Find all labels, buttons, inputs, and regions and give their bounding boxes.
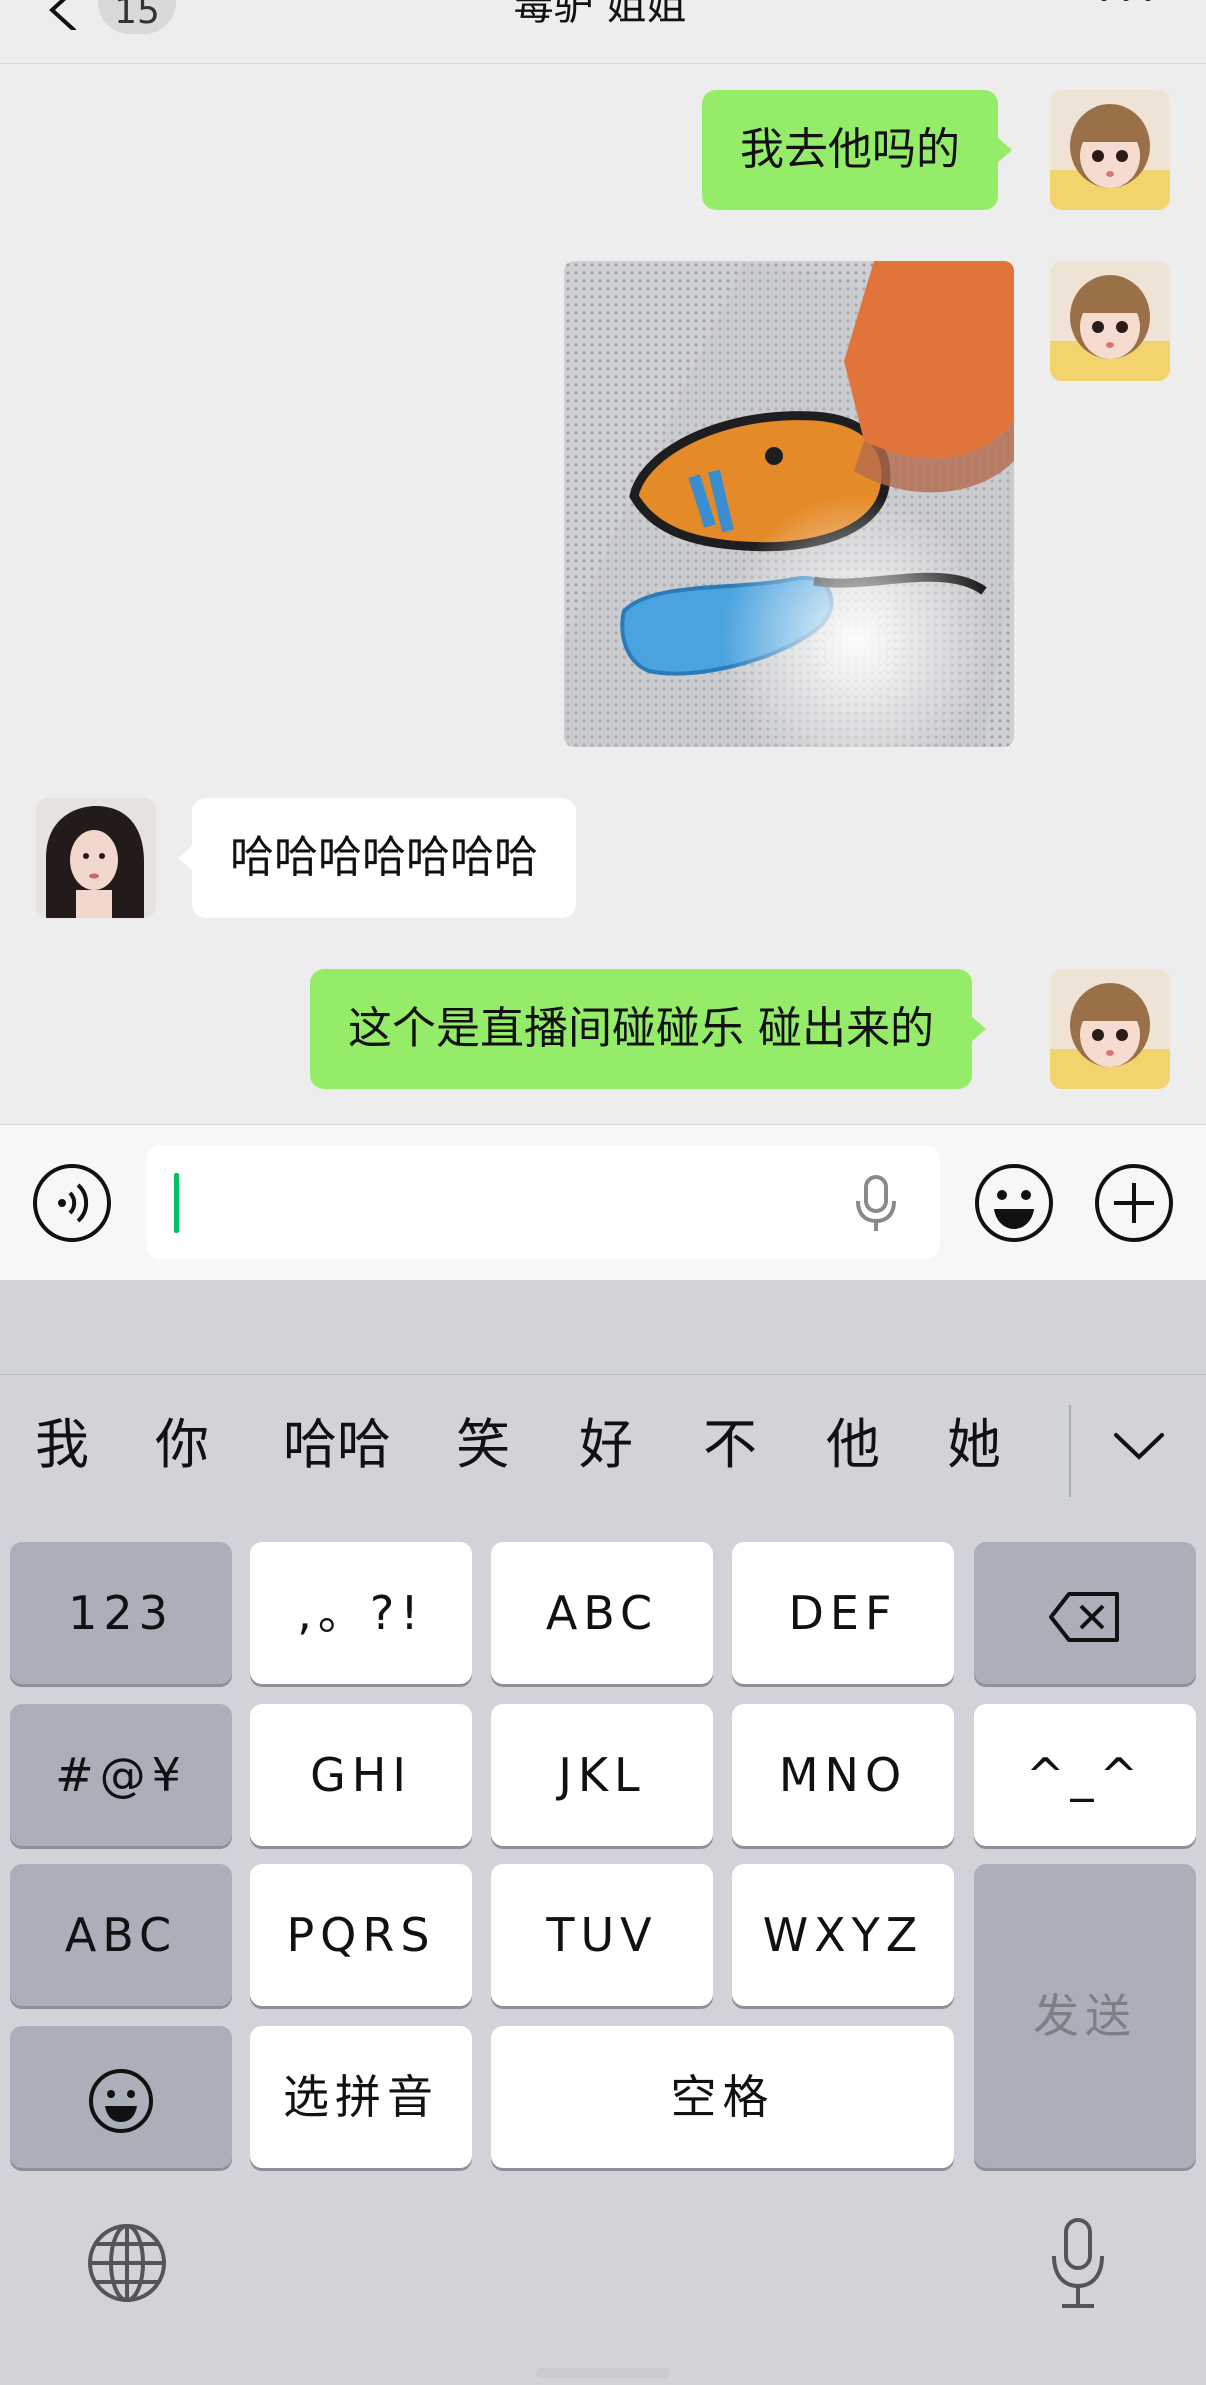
- key-jkl[interactable]: JKL: [491, 1704, 713, 1846]
- space-key[interactable]: 空格: [491, 2026, 954, 2168]
- text-caret: [174, 1173, 179, 1233]
- message-input[interactable]: [146, 1145, 940, 1259]
- key-select-pinyin[interactable]: 选拼音: [250, 2026, 472, 2168]
- key-tuv[interactable]: TUV: [491, 1864, 713, 2006]
- key-punctuation[interactable]: ,。?!: [250, 1542, 472, 1684]
- emoji-icon: [89, 2068, 153, 2133]
- key-ghi[interactable]: GHI: [250, 1704, 472, 1846]
- message-text: 这个是直播间碰碰乐 碰出来的: [348, 1003, 934, 1054]
- globe-icon[interactable]: [86, 2222, 168, 2304]
- message-text: 我去他吗的: [740, 124, 960, 175]
- emoji-icon[interactable]: [974, 1163, 1054, 1243]
- chat-header: 15 毒驴 姐姐: [0, 0, 1206, 64]
- candidate-word[interactable]: 不: [690, 1375, 770, 1515]
- home-indicator: [536, 2368, 670, 2378]
- keyboard: 我 你 哈哈 笑 好 不 他 她 123 ,。?! ABC DEF #@¥ GH…: [0, 1280, 1206, 2385]
- candidate-word[interactable]: 她: [934, 1375, 1014, 1515]
- microphone-icon[interactable]: [1048, 2218, 1108, 2310]
- plus-icon[interactable]: [1094, 1163, 1174, 1243]
- key-symbols[interactable]: #@¥: [10, 1704, 232, 1846]
- image-message-bead-art[interactable]: [564, 261, 1014, 747]
- emoji-key[interactable]: [10, 2026, 232, 2168]
- message-bubble-outgoing[interactable]: 这个是直播间碰碰乐 碰出来的: [310, 969, 986, 1089]
- unread-count-badge[interactable]: 15: [98, 0, 176, 34]
- chat-title: 毒驴 姐姐: [513, 0, 687, 29]
- chevron-down-icon[interactable]: [1112, 1427, 1166, 1463]
- key-wxyz[interactable]: WXYZ: [732, 1864, 954, 2006]
- candidate-divider: [1069, 1405, 1071, 1497]
- candidate-bar: 我 你 哈哈 笑 好 不 他 她: [0, 1375, 1206, 1515]
- message-text: 哈哈哈哈哈哈哈: [230, 832, 538, 883]
- candidate-word[interactable]: 笑: [443, 1375, 523, 1515]
- chevron-left-icon[interactable]: [40, 0, 84, 30]
- key-123[interactable]: 123: [10, 1542, 232, 1684]
- candidate-word[interactable]: 哈哈: [272, 1375, 402, 1515]
- backspace-key[interactable]: [974, 1542, 1196, 1684]
- contact-avatar[interactable]: [36, 798, 156, 918]
- message-bubble-incoming[interactable]: 哈哈哈哈哈哈哈: [178, 798, 576, 918]
- candidate-word[interactable]: 他: [813, 1375, 893, 1515]
- send-key[interactable]: 发送: [974, 1864, 1196, 2168]
- microphone-icon[interactable]: [852, 1175, 900, 1233]
- my-avatar[interactable]: [1050, 90, 1170, 210]
- key-abc[interactable]: ABC: [491, 1542, 713, 1684]
- my-avatar[interactable]: [1050, 261, 1170, 381]
- key-pqrs[interactable]: PQRS: [250, 1864, 472, 2006]
- candidate-word[interactable]: 你: [142, 1375, 222, 1515]
- more-dots-icon[interactable]: [1096, 0, 1156, 8]
- key-abc-mode[interactable]: ABC: [10, 1864, 232, 2006]
- voice-mode-icon[interactable]: [32, 1163, 112, 1243]
- message-input-bar: [0, 1124, 1206, 1280]
- candidate-word[interactable]: 好: [566, 1375, 646, 1515]
- key-mno[interactable]: MNO: [732, 1704, 954, 1846]
- my-avatar[interactable]: [1050, 969, 1170, 1089]
- backspace-icon: [1049, 1591, 1119, 1642]
- key-def[interactable]: DEF: [732, 1542, 954, 1684]
- message-bubble-outgoing[interactable]: 我去他吗的: [702, 90, 1012, 210]
- key-kaomoji[interactable]: ^_^: [974, 1704, 1196, 1846]
- candidate-word[interactable]: 我: [22, 1375, 102, 1515]
